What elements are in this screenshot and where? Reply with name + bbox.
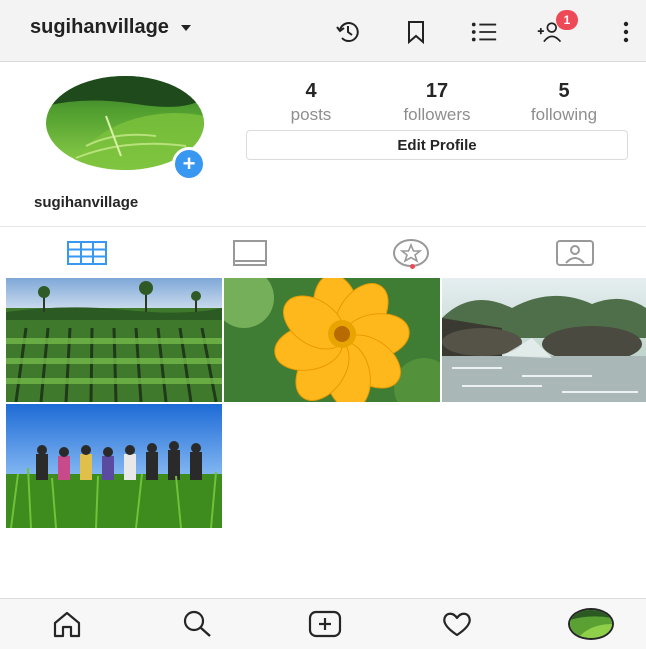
profile-name: sugihanvillage: [34, 194, 139, 211]
bookmark-icon[interactable]: [402, 18, 430, 46]
archive-history-icon[interactable]: [334, 18, 362, 46]
post-thumbnail-1[interactable]: [6, 278, 222, 402]
account-switcher[interactable]: sugihanvillage: [30, 16, 191, 39]
feed-icon[interactable]: [230, 237, 270, 269]
post-thumbnail-2[interactable]: [224, 278, 440, 402]
top-bar: sugihanvillage 1: [0, 0, 646, 62]
stat-following[interactable]: 5 following: [499, 80, 629, 125]
tagged-user-icon[interactable]: [555, 237, 595, 269]
grid-icon[interactable]: [67, 237, 107, 269]
new-activity-dot: [410, 264, 415, 269]
following-label: following: [530, 105, 598, 124]
search-icon[interactable]: [180, 609, 214, 639]
discover-people-icon[interactable]: 1: [536, 10, 578, 46]
stat-posts[interactable]: 4 posts: [246, 80, 376, 125]
notification-badge: 1: [556, 10, 578, 30]
posts-count: 4: [305, 80, 317, 102]
posts-label: posts: [290, 105, 332, 124]
add-post-icon[interactable]: [308, 609, 342, 639]
edit-profile-button[interactable]: Edit Profile: [246, 130, 628, 160]
post-thumbnail-4[interactable]: [6, 404, 222, 528]
activity-heart-icon[interactable]: [440, 609, 474, 639]
followers-count: 17: [425, 80, 449, 102]
add-story-button[interactable]: +: [172, 147, 206, 181]
stat-followers[interactable]: 17 followers: [372, 80, 502, 125]
profile-avatar[interactable]: [568, 608, 614, 640]
chevron-down-icon: [180, 24, 191, 31]
list-menu-icon[interactable]: [470, 18, 498, 46]
profile-avatar-large[interactable]: +: [46, 76, 206, 181]
post-thumbnail-3[interactable]: [442, 278, 646, 402]
header-username: sugihanvillage: [30, 16, 169, 38]
home-icon[interactable]: [50, 609, 84, 639]
bottom-navigation: [0, 598, 646, 649]
profile-tabs: [0, 226, 646, 276]
followers-label: followers: [403, 105, 471, 124]
following-count: 5: [558, 80, 570, 102]
more-options-icon[interactable]: [612, 18, 640, 46]
